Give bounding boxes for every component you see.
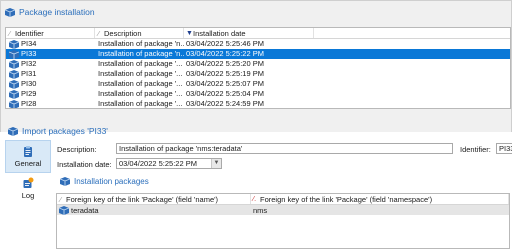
identifier-label: Identifier:: [460, 145, 491, 154]
date-dropdown-icon[interactable]: ▼: [211, 159, 221, 168]
identifier-text: PI32: [21, 59, 37, 68]
installation-packages-grid[interactable]: ⁄ Foreign key of the link 'Package' (fiel…: [56, 193, 510, 249]
table-row[interactable]: teradata nms: [57, 205, 509, 215]
package-icon: [8, 126, 18, 136]
description-cell: Installation of package 'n...: [98, 39, 184, 48]
package-icon: [9, 49, 19, 59]
table-row[interactable]: PI31 Installation of package '... 03/04/20…: [6, 69, 510, 79]
description-cell: Installation of package 'n...: [98, 49, 184, 58]
identifier-cell: PI34: [6, 39, 95, 49]
installation-date-cell: 03/04/2022 5:25:22 PM: [186, 49, 264, 58]
package-icon: [9, 89, 19, 99]
sort-descending-icon: ▼: [186, 30, 193, 37]
tab-general-label: General: [14, 159, 42, 168]
column-header-name[interactable]: ⁄ Foreign key of the link 'Package' (fiel…: [57, 194, 251, 204]
description-label: Description:: [57, 145, 97, 154]
package-installation-title: Package installation: [19, 7, 95, 17]
tab-log[interactable]: Log: [5, 173, 51, 206]
installation-grid[interactable]: ⁄ Identifier ⁄ Description ▼ Installation d…: [5, 27, 511, 109]
package-icon: [59, 205, 69, 215]
installation-date-cell: 03/04/2022 5:25:19 PM: [186, 69, 264, 78]
installation-date-cell: 03/04/2022 5:25:46 PM: [186, 39, 264, 48]
description-field[interactable]: Installation of package 'nms:teradata': [116, 143, 453, 154]
grid-body: PI34 Installation of package 'n... 03/04/2…: [6, 39, 510, 108]
installation-date-cell: 03/04/2022 5:25:20 PM: [186, 59, 264, 68]
identifier-field[interactable]: PI33: [496, 143, 512, 154]
grid-header: ⁄ Identifier ⁄ Description ▼ Installation d…: [6, 28, 510, 39]
installation-date-cell: 03/04/2022 5:25:07 PM: [186, 79, 264, 88]
description-cell: Installation of package '...: [98, 99, 183, 108]
table-row[interactable]: PI32 Installation of package '... 03/04/20…: [6, 59, 510, 69]
identifier-cell: PI30: [6, 79, 95, 89]
installation-date-cell: 03/04/2022 5:25:04 PM: [186, 89, 264, 98]
identifier-cell: PI33: [6, 49, 95, 59]
description-cell: Installation of package '...: [98, 69, 183, 78]
installation-date-field[interactable]: 03/04/2022 5:25:22 PM ▼: [116, 158, 222, 169]
identifier-cell: PI29: [6, 89, 95, 99]
table-row[interactable]: PI30 Installation of package '... 03/04/20…: [6, 79, 510, 89]
installation-packages-title: Installation packages: [74, 177, 149, 186]
package-installation-header: Package installation: [1, 1, 511, 23]
package-name-cell: teradata: [71, 205, 99, 215]
table-row[interactable]: PI28 Installation of package '... 03/04/20…: [6, 99, 510, 108]
package-namespace-cell: nms: [253, 205, 268, 215]
package-icon: [9, 79, 19, 89]
package-icon: [9, 59, 19, 69]
column-header-namespace[interactable]: ⁄. Foreign key of the link 'Package' (fie…: [251, 194, 509, 204]
package-icon: [5, 7, 15, 17]
packages-grid-header: ⁄ Foreign key of the link 'Package' (fiel…: [57, 194, 509, 205]
identifier-text: PI28: [21, 99, 37, 108]
package-icon: [9, 69, 19, 79]
column-header-installation-date[interactable]: ▼ Installation date: [184, 28, 314, 38]
table-row[interactable]: PI33 Installation of package 'n... 03/04/2…: [6, 49, 510, 59]
clipboard-icon: [24, 146, 32, 157]
description-cell: Installation of package '...: [98, 89, 183, 98]
installation-date-label: Installation date:: [57, 160, 112, 169]
tab-log-label: Log: [21, 191, 35, 200]
description-cell: Installation of package '...: [98, 59, 183, 68]
column-header-identifier[interactable]: ⁄ Identifier: [6, 28, 95, 38]
table-row[interactable]: PI34 Installation of package 'n... 03/04/2…: [6, 39, 510, 49]
package-icon: [9, 99, 19, 108]
identifier-text: PI31: [21, 69, 37, 78]
description-cell: Installation of package '...: [98, 79, 183, 88]
identifier-cell: PI28: [6, 99, 95, 108]
identifier-cell: PI31: [6, 69, 95, 79]
tab-general[interactable]: General: [5, 140, 51, 173]
detail-tabs: General Log: [5, 140, 51, 206]
installation-packages-header: Installation packages: [60, 177, 149, 186]
identifier-cell: PI32: [6, 59, 95, 69]
identifier-text: PI34: [21, 39, 37, 48]
package-installation-panel: Package installation ⁄ Identifier ⁄ Descri…: [0, 0, 512, 132]
import-packages-header: Import packages 'PI33': [8, 126, 108, 136]
import-packages-title: Import packages 'PI33': [22, 126, 108, 136]
installation-date-value: 03/04/2022 5:25:22 PM: [119, 159, 197, 168]
identifier-text: PI33: [21, 49, 37, 58]
identifier-text: PI30: [21, 79, 37, 88]
required-marker-icon: ⁄.: [253, 196, 257, 203]
package-icon: [9, 39, 19, 49]
column-header-description[interactable]: ⁄ Description: [95, 28, 184, 38]
table-row[interactable]: PI29 Installation of package '... 03/04/20…: [6, 89, 510, 99]
identifier-text: PI29: [21, 89, 37, 98]
log-icon: [23, 177, 34, 188]
installation-date-cell: 03/04/2022 5:24:59 PM: [186, 99, 264, 108]
package-icon: [60, 177, 70, 186]
